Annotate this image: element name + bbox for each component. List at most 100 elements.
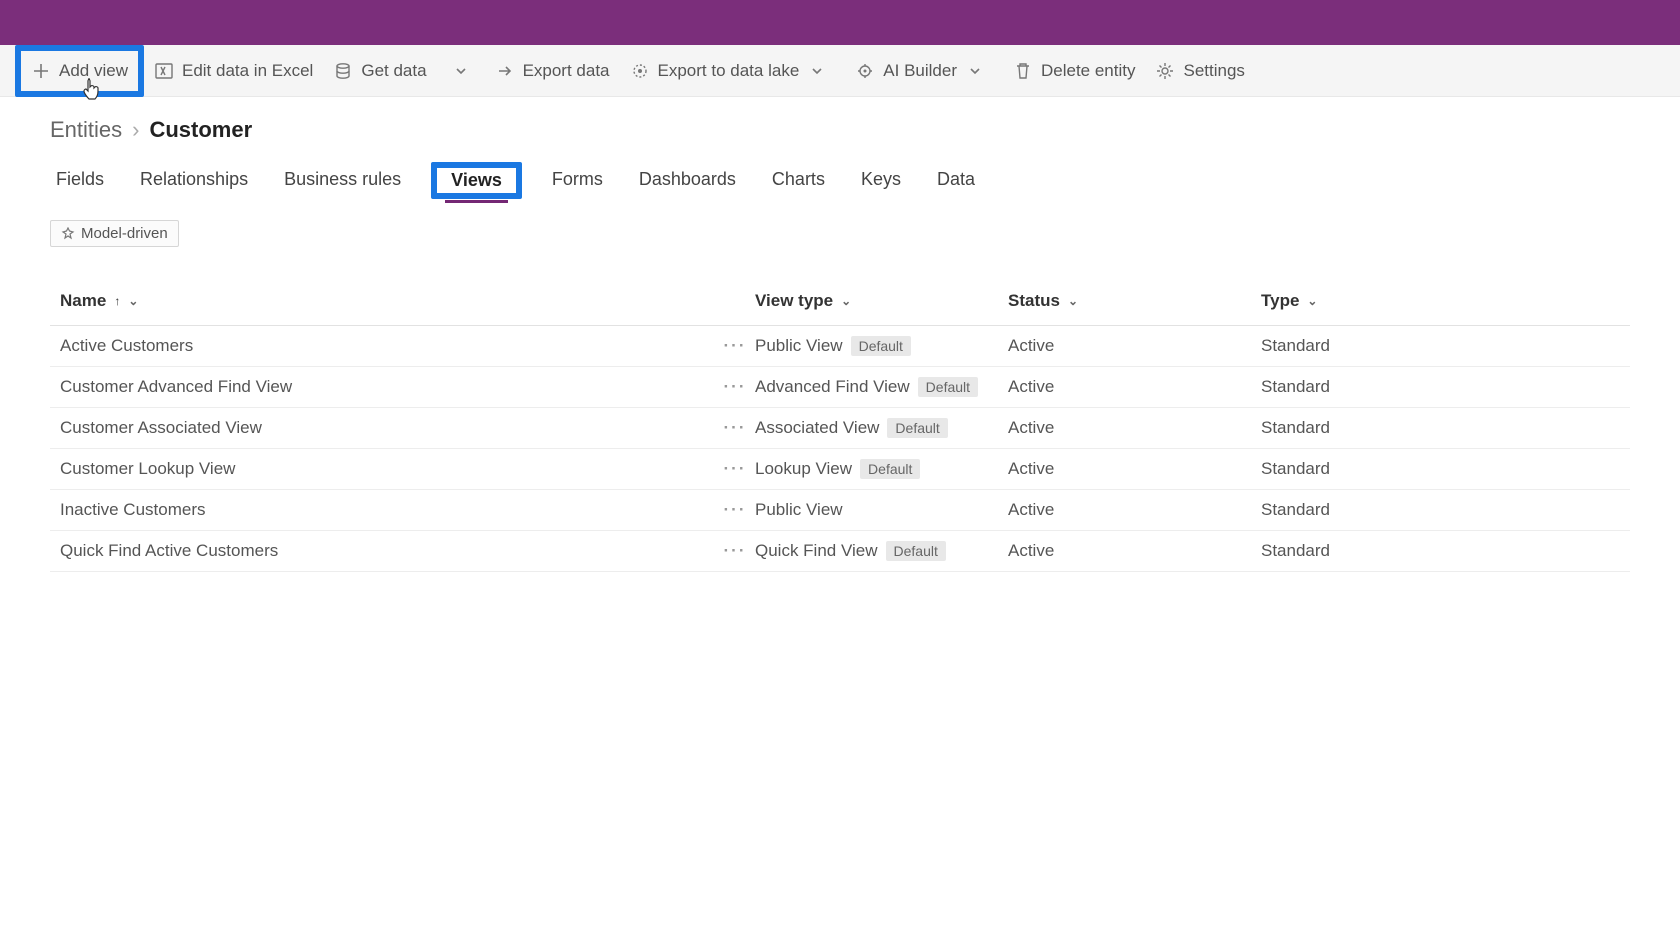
cell-name[interactable]: Quick Find Active Customers: [60, 541, 715, 561]
row-more-button[interactable]: ···: [715, 459, 755, 479]
chevron-down-icon: ⌄: [841, 294, 851, 308]
sparkle-icon: [61, 227, 75, 241]
cell-view-type: Public ViewDefault: [755, 336, 1008, 356]
cell-view-type: Public View: [755, 500, 1008, 520]
table-row[interactable]: Customer Associated View···Associated Vi…: [50, 408, 1630, 449]
trash-icon: [1013, 61, 1033, 81]
chevron-down-icon: [807, 61, 827, 81]
tab-dashboards[interactable]: Dashboards: [633, 161, 742, 200]
entity-tabs: Fields Relationships Business rules View…: [50, 153, 1630, 214]
export-icon: [495, 61, 515, 81]
col-header-type-label: Type: [1261, 291, 1299, 311]
cell-view-type: Advanced Find ViewDefault: [755, 377, 1008, 397]
filter-chip-model-driven[interactable]: Model-driven: [50, 220, 179, 247]
edit-excel-label: Edit data in Excel: [182, 61, 313, 81]
highlight-views-tab: Views: [431, 162, 522, 199]
cell-type: Standard: [1261, 418, 1620, 438]
get-data-label: Get data: [361, 61, 426, 81]
col-header-status[interactable]: Status ⌄: [1008, 291, 1261, 311]
settings-button[interactable]: Settings: [1145, 51, 1254, 91]
default-badge: Default: [851, 336, 911, 356]
table-row[interactable]: Inactive Customers···Public ViewActiveSt…: [50, 490, 1630, 531]
tab-views[interactable]: Views: [445, 162, 508, 203]
col-header-name[interactable]: Name ↑ ⌄: [60, 291, 715, 311]
delete-entity-label: Delete entity: [1041, 61, 1136, 81]
cell-type: Standard: [1261, 336, 1620, 356]
gear-icon: [1155, 61, 1175, 81]
cell-status: Active: [1008, 336, 1261, 356]
edit-excel-button[interactable]: Edit data in Excel: [144, 51, 323, 91]
cell-name[interactable]: Customer Lookup View: [60, 459, 715, 479]
chevron-down-icon: ⌄: [128, 294, 138, 308]
chevron-down-icon: ⌄: [1068, 294, 1078, 308]
cell-name[interactable]: Customer Advanced Find View: [60, 377, 715, 397]
tab-data[interactable]: Data: [931, 161, 981, 200]
default-badge: Default: [860, 459, 920, 479]
row-more-button[interactable]: ···: [715, 418, 755, 438]
cell-type: Standard: [1261, 459, 1620, 479]
default-badge: Default: [887, 418, 947, 438]
cell-type: Standard: [1261, 377, 1620, 397]
chevron-down-icon: [965, 61, 985, 81]
tab-forms[interactable]: Forms: [546, 161, 609, 200]
table-body: Active Customers···Public ViewDefaultAct…: [50, 326, 1630, 572]
default-badge: Default: [886, 541, 946, 561]
cell-status: Active: [1008, 377, 1261, 397]
add-view-button[interactable]: Add view: [21, 51, 138, 91]
breadcrumb-root[interactable]: Entities: [50, 117, 122, 143]
table-row[interactable]: Active Customers···Public ViewDefaultAct…: [50, 326, 1630, 367]
export-lake-label: Export to data lake: [658, 61, 800, 81]
cell-status: Active: [1008, 500, 1261, 520]
table-row[interactable]: Customer Lookup View···Lookup ViewDefaul…: [50, 449, 1630, 490]
breadcrumb-sep-icon: ›: [132, 117, 139, 143]
views-table: Name ↑ ⌄ View type ⌄ Status ⌄ Type ⌄ Act…: [50, 291, 1630, 572]
table-header-row: Name ↑ ⌄ View type ⌄ Status ⌄ Type ⌄: [50, 291, 1630, 326]
row-more-button[interactable]: ···: [715, 336, 755, 356]
ai-builder-label: AI Builder: [883, 61, 957, 81]
row-more-button[interactable]: ···: [715, 377, 755, 397]
chevron-down-icon: [451, 61, 471, 81]
breadcrumb-current: Customer: [149, 117, 252, 143]
table-row[interactable]: Customer Advanced Find View···Advanced F…: [50, 367, 1630, 408]
cell-status: Active: [1008, 418, 1261, 438]
add-view-label: Add view: [59, 61, 128, 81]
default-badge: Default: [918, 377, 978, 397]
cell-name[interactable]: Customer Associated View: [60, 418, 715, 438]
lake-icon: [630, 61, 650, 81]
tab-relationships[interactable]: Relationships: [134, 161, 254, 200]
app-top-bar: [0, 0, 1680, 45]
tab-fields[interactable]: Fields: [50, 161, 110, 200]
export-data-label: Export data: [523, 61, 610, 81]
cell-view-type: Associated ViewDefault: [755, 418, 1008, 438]
get-data-split-button[interactable]: [437, 51, 485, 91]
row-more-button[interactable]: ···: [715, 541, 755, 561]
tab-keys[interactable]: Keys: [855, 161, 907, 200]
export-data-button[interactable]: Export data: [485, 51, 620, 91]
delete-entity-button[interactable]: Delete entity: [1003, 51, 1146, 91]
col-header-status-label: Status: [1008, 291, 1060, 311]
tab-charts[interactable]: Charts: [766, 161, 831, 200]
command-bar: Add view Edit data in Excel Get data Exp…: [0, 45, 1680, 97]
col-header-view-type-label: View type: [755, 291, 833, 311]
cell-type: Standard: [1261, 541, 1620, 561]
col-header-type[interactable]: Type ⌄: [1261, 291, 1620, 311]
row-more-button[interactable]: ···: [715, 500, 755, 520]
cell-name[interactable]: Inactive Customers: [60, 500, 715, 520]
ai-icon: [855, 61, 875, 81]
breadcrumb: Entities › Customer: [50, 109, 1630, 153]
highlight-add-view: Add view: [15, 45, 144, 97]
col-header-view-type[interactable]: View type ⌄: [755, 291, 1008, 311]
cell-status: Active: [1008, 541, 1261, 561]
table-row[interactable]: Quick Find Active Customers···Quick Find…: [50, 531, 1630, 572]
get-data-button[interactable]: Get data: [323, 51, 436, 91]
tab-business-rules[interactable]: Business rules: [278, 161, 407, 200]
cell-status: Active: [1008, 459, 1261, 479]
ai-builder-button[interactable]: AI Builder: [845, 51, 1003, 91]
cell-view-type: Lookup ViewDefault: [755, 459, 1008, 479]
settings-label: Settings: [1183, 61, 1244, 81]
cell-name[interactable]: Active Customers: [60, 336, 715, 356]
export-lake-button[interactable]: Export to data lake: [620, 51, 846, 91]
plus-icon: [31, 61, 51, 81]
cell-view-type: Quick Find ViewDefault: [755, 541, 1008, 561]
cell-type: Standard: [1261, 500, 1620, 520]
